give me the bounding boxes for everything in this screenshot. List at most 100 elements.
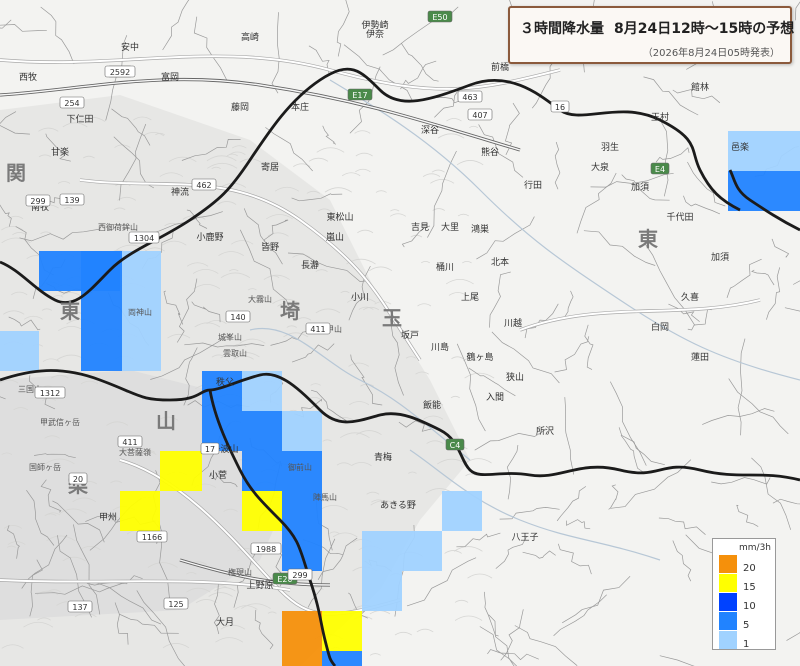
road-number-label: 411 xyxy=(305,322,331,335)
road-number-label: 299 xyxy=(287,568,313,581)
road-number-label: 462 xyxy=(191,178,217,191)
map-label: 甲武信ヶ岳 xyxy=(40,417,80,427)
map-label: 下仁田 xyxy=(66,113,93,125)
map-label: 青梅 xyxy=(374,451,392,463)
map-label: 行田 xyxy=(524,179,542,191)
map-label: 権現山 xyxy=(228,567,252,577)
legend-label-20: 20 xyxy=(743,563,756,574)
svg-text:1988: 1988 xyxy=(256,545,276,554)
map-label: 北本 xyxy=(491,256,509,268)
map-label: 川島 xyxy=(431,341,449,353)
map-label: 関 xyxy=(6,161,26,185)
map-label: 深谷 xyxy=(421,125,439,136)
map-label: 藤岡 xyxy=(231,101,249,113)
map-label: 邑楽 xyxy=(731,141,749,153)
precipitation-map[interactable]: 東埼玉関東梨山伊勢崎 深谷 行田 熊谷 鴻巣 川越 所沢 飯能 秩父 神流 下仁田 甲州 小菅 丹波山 富岡… xyxy=(0,0,800,666)
map-label: 白岡 xyxy=(651,321,669,333)
map-label: 東 xyxy=(60,299,80,323)
legend-label-5: 5 xyxy=(743,620,750,631)
svg-text:137: 137 xyxy=(72,603,87,612)
map-label: 山 xyxy=(156,409,176,433)
svg-text:462: 462 xyxy=(196,181,211,190)
legend-label-1: 1 xyxy=(743,639,750,650)
svg-text:16: 16 xyxy=(555,103,565,112)
map-label: 本庄 xyxy=(291,101,309,113)
map-label: 嵐山 xyxy=(326,232,344,243)
map-label: 入間 xyxy=(486,392,504,403)
road-number-label: E50 xyxy=(427,10,453,23)
map-label: 所沢 xyxy=(536,425,554,437)
svg-text:463: 463 xyxy=(462,93,477,102)
svg-text:20: 20 xyxy=(73,475,83,484)
map-label: 甘楽 xyxy=(51,146,69,158)
road-number-label: 2592 xyxy=(104,65,136,78)
map-label: 安中 xyxy=(121,41,139,53)
road-number-label: 254 xyxy=(59,96,85,109)
map-label: 加須 xyxy=(711,252,729,263)
svg-text:2592: 2592 xyxy=(110,68,130,77)
map-label: 熊谷 xyxy=(481,146,499,158)
map-label: 高崎 xyxy=(241,31,259,43)
map-label: 加須 xyxy=(631,182,649,193)
svg-text:139: 139 xyxy=(64,196,79,205)
road-number-label: 411 xyxy=(117,435,143,448)
road-number-label: E4 xyxy=(650,162,670,175)
road-number-label: E17 xyxy=(347,88,373,101)
map-label: 鴻巣 xyxy=(471,223,489,235)
svg-text:411: 411 xyxy=(122,438,137,447)
map-label: 西牧 xyxy=(19,71,37,83)
svg-text:1312: 1312 xyxy=(40,389,60,398)
road-number-label: C4 xyxy=(445,438,465,451)
map-label: 桶川 xyxy=(436,261,454,273)
road-number-label: 125 xyxy=(163,597,189,610)
map-label: 上尾 xyxy=(461,292,479,303)
legend-row-5: 5 xyxy=(719,612,773,632)
legend-swatch-15 xyxy=(719,574,737,592)
map-label: 陣馬山 xyxy=(313,492,337,502)
road-number-label: 1304 xyxy=(128,231,160,244)
map-label: 鶴ヶ島 xyxy=(466,351,493,363)
svg-text:1166: 1166 xyxy=(142,533,162,542)
map-label: 坂戸 xyxy=(401,330,419,341)
map-label: 大里 xyxy=(441,221,459,233)
map-label: 大泉 xyxy=(591,161,609,173)
map-label: 皆野 xyxy=(261,242,279,253)
svg-text:140: 140 xyxy=(230,313,245,322)
legend-row-1: 1 xyxy=(719,631,773,651)
road-number-label: 17 xyxy=(200,442,220,455)
map-label: 雲取山 xyxy=(223,348,247,358)
map-label: 狭山 xyxy=(506,371,524,383)
svg-text:407: 407 xyxy=(472,111,487,120)
svg-text:17: 17 xyxy=(205,445,215,454)
svg-text:E4: E4 xyxy=(655,165,665,174)
map-label: 東松山 xyxy=(326,211,353,223)
road-number-label: 20 xyxy=(68,472,88,485)
road-number-label: 140 xyxy=(225,310,251,323)
svg-text:E17: E17 xyxy=(352,91,367,100)
svg-text:299: 299 xyxy=(30,197,45,206)
svg-text:C4: C4 xyxy=(450,441,461,450)
svg-text:1304: 1304 xyxy=(134,234,154,243)
road-number-label: 139 xyxy=(59,193,85,206)
legend-row-15: 15 xyxy=(719,574,773,594)
map-label: 小川 xyxy=(351,292,369,303)
map-label: 富岡 xyxy=(161,71,179,83)
map-label: 飯能 xyxy=(423,399,441,411)
road-number-label: 463 xyxy=(457,90,483,103)
svg-text:254: 254 xyxy=(64,99,79,108)
map-label: 千代田 xyxy=(666,212,693,223)
svg-text:411: 411 xyxy=(310,325,325,334)
forecast-issued: （2026年8月24日05時発表） xyxy=(642,48,780,59)
map-label: 八王子 xyxy=(511,532,538,543)
forecast-title-panel: ３時間降水量 8月24日12時～15時の予想 （2026年8月24日05時発表） xyxy=(508,6,794,64)
map-label: 甲州 xyxy=(99,512,117,523)
map-label: 羽生 xyxy=(601,141,619,153)
map-label: 上野原 xyxy=(246,580,273,591)
road-number-label: 1166 xyxy=(136,530,168,543)
road-number-label: 16 xyxy=(550,100,570,113)
legend-swatch-20 xyxy=(719,555,737,573)
map-label: 前橋 xyxy=(491,61,509,73)
map-label: 秩父 xyxy=(216,377,234,388)
legend-unit: mm/3h xyxy=(739,543,771,553)
map-label: 玉村 xyxy=(651,111,669,123)
